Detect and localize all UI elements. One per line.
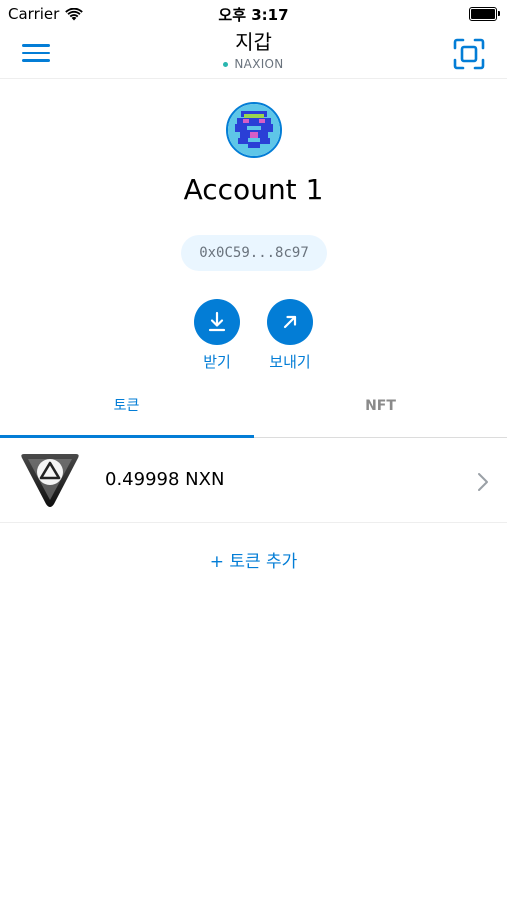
- send-label: 보내기: [269, 353, 311, 371]
- network-indicator[interactable]: NAXION: [0, 57, 507, 71]
- receive-circle[interactable]: [194, 299, 240, 345]
- network-status-dot: [223, 61, 229, 67]
- status-time: 오후 3:17: [218, 6, 289, 24]
- network-name: NAXION: [234, 57, 284, 71]
- qr-scan-icon[interactable]: [453, 38, 485, 70]
- status-bar: Carrier 오후 3:17: [0, 0, 507, 28]
- chevron-right-icon: [478, 473, 488, 491]
- account-name[interactable]: Account 1: [0, 173, 507, 206]
- app-header: 지갑 NAXION: [0, 28, 507, 79]
- receive-button[interactable]: 받기: [194, 299, 240, 371]
- naxion-token-logo-icon: [18, 450, 82, 510]
- tab-nft[interactable]: NFT: [254, 386, 507, 436]
- token-balance: 0.49998 NXN: [105, 469, 225, 490]
- token-list-item[interactable]: 0.49998 NXN: [0, 438, 507, 523]
- send-circle[interactable]: [267, 299, 313, 345]
- send-arrow-icon: [283, 315, 297, 329]
- tab-tokens[interactable]: 토큰: [0, 386, 253, 436]
- account-address-button[interactable]: 0x0C59...8c97: [181, 235, 327, 271]
- account-avatar[interactable]: [226, 102, 282, 158]
- page-title: 지갑: [235, 30, 272, 54]
- download-arrow-icon: [208, 311, 226, 332]
- asset-tabs: 토큰 NFT: [0, 386, 507, 438]
- send-button[interactable]: 보내기: [267, 299, 313, 371]
- battery-icon: [469, 7, 500, 21]
- header-title-group: 지갑 NAXION: [0, 26, 507, 71]
- add-token-link[interactable]: + 토큰 추가: [0, 547, 507, 572]
- identicon-icon: [228, 104, 280, 156]
